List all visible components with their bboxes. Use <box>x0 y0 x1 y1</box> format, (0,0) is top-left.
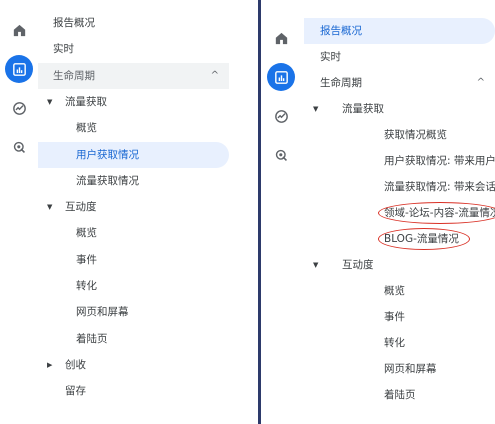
home-icon <box>273 30 290 47</box>
nav-item[interactable]: 生命周期 ^ <box>304 70 495 96</box>
left-rail-home-button[interactable] <box>5 16 33 44</box>
right-icon-rail <box>262 0 300 424</box>
nav-item-label: 互动度 <box>65 201 97 214</box>
nav-item[interactable]: 转化 <box>38 273 229 299</box>
left-rail-reports-button[interactable] <box>5 55 33 83</box>
expand-arrow-icon[interactable]: ▶ <box>47 352 52 378</box>
nav-item-label: 实时 <box>320 51 341 63</box>
chevron-up-icon[interactable]: ^ <box>211 63 219 89</box>
nav-item[interactable]: BLOG-流量情况 <box>304 226 495 252</box>
nav-item-label: 流量获取 <box>65 95 107 108</box>
nav-item[interactable]: 网页和屏幕 <box>38 299 229 325</box>
nav-item[interactable]: 报告概况 <box>304 18 495 44</box>
nav-item-label: 流量获取 <box>342 103 384 115</box>
panel-divider <box>258 0 261 424</box>
nav-item-label: 报告概况 <box>53 17 95 29</box>
nav-item-label: 概览 <box>384 285 405 297</box>
home-icon <box>11 22 28 39</box>
right-nav-tree: 报告概况实时生命周期 ^ ▼ 流量获取获取情况概览用户获取情况: 带来用户首次... 流… <box>304 0 495 424</box>
nav-item[interactable]: 流量获取情况: 带来会话的默... <box>304 174 495 200</box>
nav-item-label: BLOG-流量情况 <box>384 233 459 245</box>
reports-icon <box>273 69 290 86</box>
nav-item[interactable]: 领域-论坛-内容-流量情况 <box>304 200 495 226</box>
nav-item-label: 着陆页 <box>76 332 108 345</box>
nav-item-label: 获取情况概览 <box>384 129 447 141</box>
nav-item-label: 事件 <box>384 311 405 323</box>
nav-item-label: 生命周期 <box>320 77 362 89</box>
nav-item[interactable]: ▶ 创收 <box>38 352 229 378</box>
nav-item-label: 领域-论坛-内容-流量情况 <box>384 207 495 219</box>
explore-icon <box>273 108 290 125</box>
nav-item[interactable]: ▼ 互动度 <box>38 194 229 220</box>
right-rail-explore-button[interactable] <box>267 102 295 130</box>
nav-item[interactable]: 网页和屏幕 <box>304 356 495 382</box>
nav-item-label: 用户获取情况 <box>76 148 139 161</box>
nav-item[interactable]: 实时 <box>304 44 495 70</box>
nav-item-label: 着陆页 <box>384 389 416 401</box>
nav-item[interactable]: 实时 <box>38 36 229 62</box>
nav-item[interactable]: 获取情况概览 <box>304 122 495 148</box>
nav-item-label: 流量获取情况 <box>76 174 139 187</box>
nav-item-label: 事件 <box>76 253 97 266</box>
right-rail-home-button[interactable] <box>267 24 295 52</box>
right-rail-reports-button[interactable] <box>267 63 295 91</box>
collapse-arrow-icon[interactable]: ▼ <box>47 194 52 220</box>
nav-item[interactable]: 留存 <box>38 378 229 404</box>
nav-item[interactable]: 用户获取情况: 带来用户首次... <box>304 148 495 174</box>
collapse-arrow-icon[interactable]: ▼ <box>47 89 52 115</box>
chevron-up-icon[interactable]: ^ <box>477 70 485 96</box>
left-nav-tree: 报告概况 实时 生命周期 ^ ▼ 流量获取 概览 用户获取情况 流量获取情况 ▼ 互动度 概览 事件 转化… <box>38 0 229 424</box>
nav-item-label: 互动度 <box>342 259 374 271</box>
nav-item-label: 留存 <box>65 385 86 398</box>
nav-item[interactable]: 流量获取情况 <box>38 168 229 194</box>
nav-item[interactable]: 概览 <box>38 220 229 246</box>
nav-item[interactable]: 报告概况 <box>38 10 229 36</box>
left-screenshot-panel: 报告概况 实时 生命周期 ^ ▼ 流量获取 概览 用户获取情况 流量获取情况 ▼ 互动度 概览 事件 转化… <box>0 0 229 424</box>
collapse-arrow-icon[interactable]: ▼ <box>313 252 318 278</box>
nav-item-label: 转化 <box>76 280 97 292</box>
advertising-icon <box>273 147 290 164</box>
nav-item-label: 流量获取情况: 带来会话的默... <box>384 181 495 193</box>
nav-item[interactable]: 转化 <box>304 330 495 356</box>
nav-item-label: 创收 <box>65 358 86 371</box>
nav-item[interactable]: 概览 <box>38 115 229 141</box>
nav-item[interactable]: 着陆页 <box>304 382 495 408</box>
nav-item[interactable]: 概览 <box>304 278 495 304</box>
reports-icon <box>11 61 28 78</box>
nav-item-label: 网页和屏幕 <box>384 363 437 375</box>
collapse-arrow-icon[interactable]: ▼ <box>313 96 318 122</box>
left-icon-rail <box>0 0 38 424</box>
advertising-icon <box>11 139 28 156</box>
nav-item-label: 报告概况 <box>320 25 362 37</box>
nav-item-label: 概览 <box>76 122 97 135</box>
right-screenshot-panel: 报告概况实时生命周期 ^ ▼ 流量获取获取情况概览用户获取情况: 带来用户首次... 流… <box>262 0 495 424</box>
nav-item[interactable]: ▼ 流量获取 <box>38 89 229 115</box>
nav-item-label: 转化 <box>384 337 405 349</box>
nav-item[interactable]: ▼ 互动度 <box>304 252 495 278</box>
nav-item-label: 用户获取情况: 带来用户首次... <box>384 155 495 167</box>
right-rail-advertising-button[interactable] <box>267 141 295 169</box>
left-rail-explore-button[interactable] <box>5 94 33 122</box>
nav-item[interactable]: ▼ 流量获取 <box>304 96 495 122</box>
nav-item-label: 网页和屏幕 <box>76 306 129 319</box>
nav-item[interactable]: 事件 <box>38 247 229 273</box>
left-rail-advertising-button[interactable] <box>5 133 33 161</box>
nav-item-label: 生命周期 <box>53 69 95 82</box>
nav-item[interactable]: 用户获取情况 <box>38 141 229 168</box>
nav-item[interactable]: 生命周期 ^ <box>38 62 229 89</box>
nav-item-label: 实时 <box>53 43 74 56</box>
nav-item[interactable]: 事件 <box>304 304 495 330</box>
nav-item[interactable]: 着陆页 <box>38 326 229 352</box>
nav-item-label: 概览 <box>76 227 97 240</box>
explore-icon <box>11 100 28 117</box>
